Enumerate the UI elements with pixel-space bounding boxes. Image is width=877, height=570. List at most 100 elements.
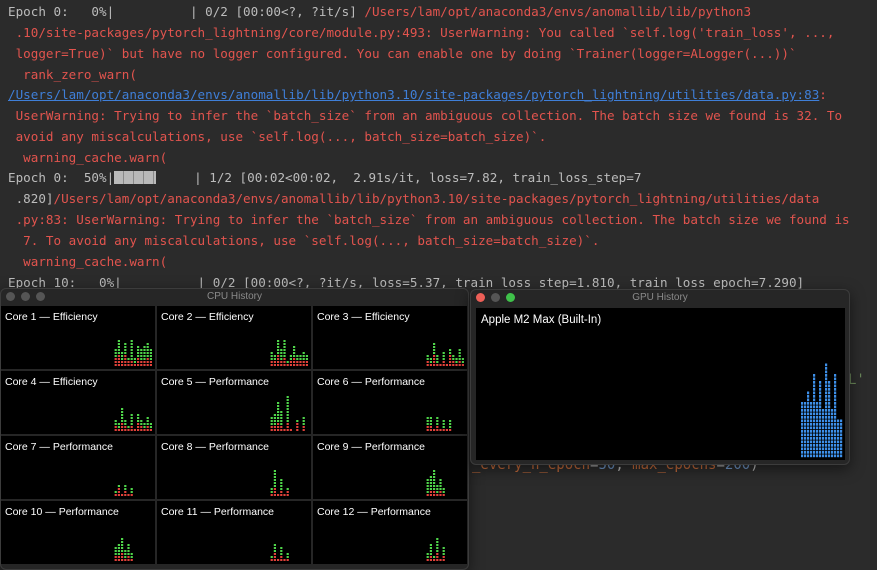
- cpu-bar-segment: [149, 364, 152, 366]
- cpu-bar-segment: [429, 429, 432, 431]
- cpu-bar-segment: [143, 349, 146, 351]
- cpu-bar-segment: [277, 355, 280, 357]
- gpu-bar-segment: [810, 437, 813, 440]
- gpu-bar-segment: [819, 419, 822, 423]
- gpu-bar-segment: [804, 402, 807, 405]
- file-link[interactable]: /Users/lam/opt/anaconda3/envs/anomallib/…: [8, 87, 819, 102]
- cpu-bar-segment: [130, 556, 133, 558]
- core-panel: Core 10 — Performance: [1, 501, 155, 564]
- gpu-bar-segment: [831, 451, 834, 454]
- cpu-bar-segment: [270, 559, 273, 561]
- cpu-bar-segment: [114, 494, 117, 496]
- cpu-bar-segment: [439, 491, 442, 493]
- cpu-bar-segment: [146, 355, 149, 357]
- cpu-bar-segment: [439, 488, 442, 490]
- gpu-bar-segment: [810, 412, 813, 416]
- gpu-bar-segment: [840, 454, 843, 458]
- cpu-bar-segment: [270, 417, 273, 419]
- gpu-bar-segment: [834, 398, 837, 402]
- cpu-bar-segment: [286, 399, 289, 401]
- gpu-bar-segment: [813, 444, 816, 447]
- gpu-bar-segment: [840, 426, 843, 430]
- zoom-button[interactable]: [36, 292, 45, 301]
- gpu-bar-segment: [816, 451, 819, 454]
- cpu-bar-segment: [283, 358, 286, 360]
- gpu-bar-segment: [840, 451, 843, 454]
- gpu-bar-segment: [801, 437, 804, 440]
- zoom-button[interactable]: [506, 293, 515, 302]
- minimize-button[interactable]: [491, 293, 500, 302]
- cpu-bar-segment: [429, 358, 432, 360]
- cpu-bar-segment: [442, 420, 445, 422]
- cpu-bar-segment: [429, 364, 432, 366]
- cpu-bar-segment: [442, 494, 445, 496]
- gpu-bar-segment: [825, 419, 828, 423]
- cpu-bar-segment: [305, 355, 308, 357]
- gpu-bar-segment: [819, 381, 822, 384]
- cpu-bar-segment: [293, 355, 296, 357]
- gpu-bar-segment: [822, 447, 825, 451]
- cpu-bar-segment: [286, 402, 289, 404]
- minimize-button[interactable]: [21, 292, 30, 301]
- cpu-bar-segment: [436, 355, 439, 357]
- cpu-bar-segment: [426, 491, 429, 493]
- terminal-line: Epoch 0: 50%| | 1/2 [00:02<00:02, 2.91s/…: [8, 170, 641, 186]
- cpu-bar-segment: [280, 556, 283, 558]
- cpu-bar-segment: [302, 423, 305, 425]
- cpu-bar-segment: [117, 343, 120, 345]
- cpu-bar-segment: [114, 423, 117, 425]
- cpu-bar-segment: [289, 358, 292, 360]
- cpu-bar-segment: [442, 358, 445, 360]
- terminal-line: .820]/Users/lam/opt/anaconda3/envs/anoma…: [8, 191, 820, 207]
- gpu-bar-segment: [807, 412, 810, 416]
- close-button[interactable]: [476, 293, 485, 302]
- gpu-bar-segment: [813, 412, 816, 416]
- window-title: GPU History: [632, 292, 688, 303]
- cpu-bar-segment: [426, 417, 429, 419]
- gpu-bar-segment: [825, 405, 828, 409]
- cpu-bar-segment: [114, 553, 117, 555]
- gpu-bar-segment: [834, 426, 837, 430]
- cpu-bar-segment: [121, 426, 124, 428]
- gpu-bar-segment: [819, 395, 822, 398]
- cpu-bar-segment: [143, 355, 146, 357]
- cpu-bar-segment: [146, 426, 149, 428]
- cpu-bar-segment: [277, 411, 280, 413]
- gpu-bar-segment: [804, 416, 807, 419]
- cpu-bar-segment: [433, 343, 436, 345]
- cpu-history-window: CPU History Core 1 — Efficiency Core 2 — …: [0, 288, 469, 570]
- cpu-bar-segment: [114, 364, 117, 366]
- gpu-bar-segment: [819, 447, 822, 451]
- cpu-bar-segment: [130, 494, 133, 496]
- cpu-bar-segment: [140, 420, 143, 422]
- cpu-bar-segment: [458, 358, 461, 360]
- cpu-bar-segment: [117, 559, 120, 561]
- cpu-bar-segment: [433, 491, 436, 493]
- cpu-bar-segment: [449, 429, 452, 431]
- cpu-bar-segment: [436, 361, 439, 363]
- cpu-bar-segment: [296, 423, 299, 425]
- gpu-bar-segment: [810, 423, 813, 426]
- gpu-bar-segment: [810, 440, 813, 444]
- terminal-line: logger=True)` but have no logger configu…: [8, 46, 797, 62]
- cpu-bar-segment: [426, 426, 429, 428]
- cpu-bar-segment: [273, 482, 276, 484]
- cpu-bar-segment: [121, 355, 124, 357]
- terminal-line: UserWarning: Trying to infer the `batch_…: [8, 108, 842, 124]
- gpu-bar-segment: [810, 444, 813, 447]
- close-button[interactable]: [6, 292, 15, 301]
- cpu-bar-segment: [436, 553, 439, 555]
- cpu-bar-segment: [273, 491, 276, 493]
- cpu-bar-segment: [273, 494, 276, 496]
- cpu-bar-segment: [283, 355, 286, 357]
- title-bar[interactable]: GPU History: [471, 290, 849, 306]
- gpu-bar-segment: [840, 433, 843, 437]
- cpu-bar-segment: [433, 559, 436, 561]
- gpu-bar-segment: [834, 402, 837, 405]
- cpu-bar-segment: [296, 364, 299, 366]
- cpu-bar-segment: [280, 482, 283, 484]
- cpu-bar-segment: [137, 361, 140, 363]
- cpu-bar-segment: [429, 488, 432, 490]
- title-bar[interactable]: CPU History: [1, 289, 468, 305]
- cpu-bar-segment: [429, 553, 432, 555]
